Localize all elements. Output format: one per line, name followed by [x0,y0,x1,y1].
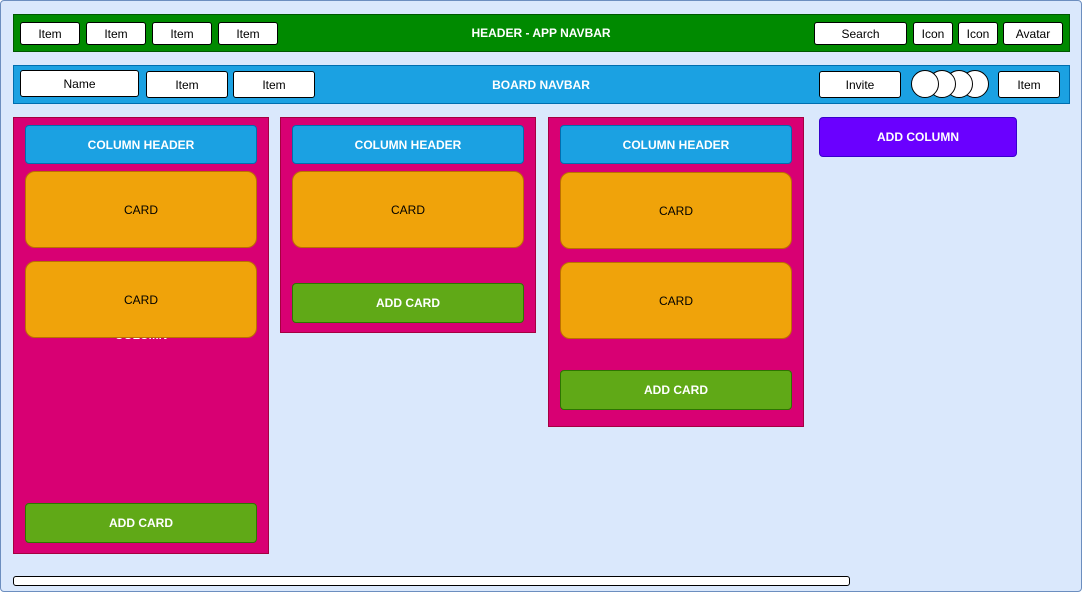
column-1-add-card-button[interactable]: ADD CARD [25,503,257,543]
column-2-add-card-button[interactable]: ADD CARD [292,283,524,323]
add-column-button[interactable]: ADD COLUMN [819,117,1017,157]
column-2-card-1[interactable]: CARD [292,171,524,248]
invite-button[interactable]: Invite [819,71,901,98]
column-3-card-1[interactable]: CARD [560,172,792,249]
nav-item-4[interactable]: Item [218,22,278,45]
column-2-header[interactable]: COLUMN HEADER [292,125,524,164]
app-navbar-title: HEADER - APP NAVBAR [471,26,611,40]
horizontal-scrollbar[interactable] [13,576,850,586]
member-avatar-1[interactable] [911,70,939,98]
search-button[interactable]: Search [814,22,907,45]
nav-item-1[interactable]: Item [20,22,80,45]
nav-item-3[interactable]: Item [152,22,212,45]
column-1-header[interactable]: COLUMN HEADER [25,125,257,164]
header-icon-2[interactable]: Icon [958,22,998,45]
app-canvas: Item Item Item Item HEADER - APP NAVBAR … [0,0,1082,592]
nav-item-2[interactable]: Item [86,22,146,45]
header-icon-1[interactable]: Icon [913,22,953,45]
column-1-card-1[interactable]: CARD [25,171,257,248]
board-item-right[interactable]: Item [998,71,1060,98]
board-item-2[interactable]: Item [233,71,315,98]
avatar-button[interactable]: Avatar [1003,22,1063,45]
column-3-add-card-button[interactable]: ADD CARD [560,370,792,410]
board-item-1[interactable]: Item [146,71,228,98]
board-navbar-title: BOARD NAVBAR [492,77,590,92]
column-1-card-2[interactable]: CARD [25,261,257,338]
column-3-header[interactable]: COLUMN HEADER [560,125,792,164]
column-3-card-2[interactable]: CARD [560,262,792,339]
board-name-field[interactable]: Name [20,70,139,97]
